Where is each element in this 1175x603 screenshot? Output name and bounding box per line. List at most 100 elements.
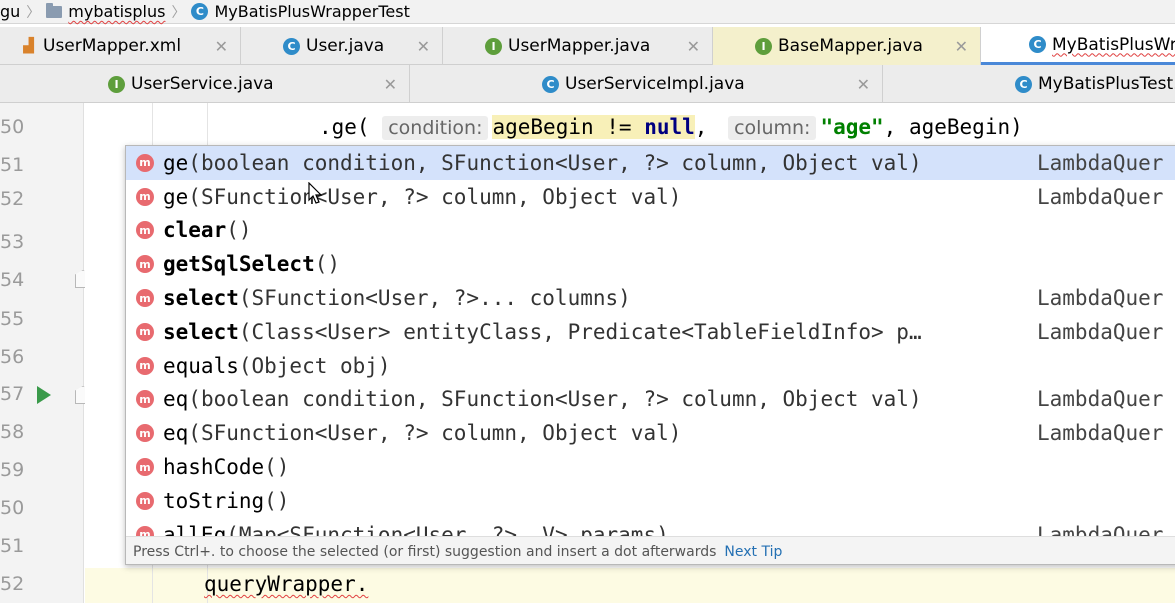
tab-user-java[interactable]: C User.java ✕ [241,27,443,65]
completion-item-owner: LambdaQuer [1037,286,1164,311]
completion-item-params: (Map<SFunction<User, ?>, V> params) [226,522,669,536]
completion-item-name: ge [163,150,189,175]
code-completion-popup[interactable]: m ge (boolean condition, SFunction<User, ?… [125,145,1175,565]
completion-item-params: (Object obj) [238,353,391,378]
completion-item[interactable]: m allEq (Map<SFunction<User, ?>, V> params… [126,518,1175,536]
class-icon: C [191,3,209,20]
completion-item[interactable]: m ge (SFunction<User, ?> column, Object va… [126,180,1175,214]
completion-item[interactable]: m select (Class<User> entityClass, Predica… [126,315,1175,349]
completion-item-params: (SFunction<User, ?>... columns) [238,286,631,311]
completion-item-params: () [226,218,252,243]
close-icon[interactable]: ✕ [215,37,228,56]
class-icon: C [1015,75,1032,93]
completion-item[interactable]: m eq (SFunction<User, ?> column, Object va… [126,416,1175,450]
breadcrumb: gu 〉 mybatisplus 〉 C MyBatisPlusWrapperT… [0,0,1175,24]
completion-item-name: select [163,319,239,344]
breadcrumb-separator-icon: 〉 [26,4,41,21]
tab-usermapper-java[interactable]: I UserMapper.java ✕ [443,27,713,65]
line-number: 51 [0,154,25,176]
completion-item-owner: LambdaQuer [1037,184,1164,209]
line-number: 50 [0,497,25,519]
line-number: 52 [0,573,25,595]
method-icon: m [136,322,154,341]
tab-userservice-java[interactable]: I UserService.java ✕ [0,65,410,103]
line-number: 55 [0,308,25,330]
completion-item-name: hashCode [163,455,265,480]
completion-item-owner: LambdaQuer [1037,387,1164,412]
highlighted-expression: ageBegin != null [492,115,695,139]
completion-item-name: equals [163,353,239,378]
method-icon: m [136,187,154,206]
completion-item[interactable]: m toString() [126,484,1175,518]
completion-item-params: (SFunction<User, ?> column, Object val) [188,421,682,446]
completion-list[interactable]: m ge (boolean condition, SFunction<User, ?… [126,146,1175,536]
close-icon[interactable]: ✕ [955,37,968,56]
line-number: 56 [0,346,25,368]
completion-item-params: (Class<User> entityClass, Predicate<Tabl… [238,319,922,344]
completion-item-name: select [163,286,239,311]
line-number: 53 [0,231,25,253]
completion-item[interactable]: m clear() [126,214,1175,248]
line-number-gutter[interactable]: 50 51 52 53 54 55 56 57 58 59 50 51 52 [0,103,91,603]
completion-item[interactable]: m equals (Object obj) [126,349,1175,383]
method-icon: m [136,491,154,510]
completion-item[interactable]: m ge (boolean condition, SFunction<User, ?… [126,146,1175,180]
method-icon: m [136,458,154,477]
breadcrumb-separator-icon: 〉 [171,4,186,21]
class-icon: C [542,75,559,93]
close-icon[interactable]: ✕ [384,75,397,94]
completion-item[interactable]: m getSqlSelect() [126,247,1175,281]
method-icon: m [136,153,154,172]
method-icon: m [136,221,154,240]
completion-item[interactable]: m eq (boolean condition, SFunction<User, ?… [126,383,1175,417]
interface-icon: I [108,75,125,93]
class-icon: C [283,37,300,55]
completion-item-params: (boolean condition, SFunction<User, ?> c… [188,150,922,175]
tab-usermapper-xml[interactable]: ▟ UserMapper.xml ✕ [0,27,241,65]
method-icon: m [136,424,154,443]
tab-basemapper-java[interactable]: I BaseMapper.java ✕ [713,27,981,65]
completion-item-name: toString [163,488,265,513]
line-number: 57 [0,383,25,405]
class-icon: C [1029,36,1046,53]
completion-item-params: () [264,488,290,513]
completion-footer: Press Ctrl+. to choose the selected (or … [126,536,1175,564]
line-number: 59 [0,459,25,481]
interface-icon: I [485,37,502,55]
completion-item[interactable]: m hashCode() [126,450,1175,484]
breadcrumb-item-module[interactable]: mybatisplus [46,0,165,24]
completion-item-owner: LambdaQuer [1037,522,1164,536]
completion-item-params: () [264,455,290,480]
breadcrumb-item-class[interactable]: C MyBatisPlusWrapperTest [191,0,410,24]
completion-item-name: eq [163,421,189,446]
close-icon[interactable]: ✕ [857,75,870,94]
completion-item-name: ge [163,184,189,209]
tab-mybatisplustest[interactable]: C MyBatisPlusTest.j [883,65,1175,103]
tab-userserviceimpl-java[interactable]: C UserServiceImpl.java ✕ [410,65,883,103]
completion-item[interactable]: m select (SFunction<User, ?>... columns) La… [126,281,1175,315]
method-icon: m [136,525,154,536]
method-icon: m [136,356,154,375]
completion-item-name: getSqlSelect [163,252,315,277]
line-number: 54 [0,269,25,291]
completion-item-owner: LambdaQuer [1037,319,1164,344]
xml-file-icon: ▟ [23,38,34,54]
line-number: 52 [0,188,25,210]
code-line-current[interactable]: queryWrapper. [204,572,368,596]
editor-tabs-row-1: ▟ UserMapper.xml ✕ C User.java ✕ I UserM… [0,27,1175,65]
run-test-icon[interactable] [37,386,51,404]
code-line-ge-call[interactable]: .ge( condition: ageBegin != null, column:… [319,115,1023,140]
next-tip-link[interactable]: Next Tip [724,544,782,560]
parameter-hint: condition: [382,116,489,140]
completion-item-name: clear [163,218,227,243]
close-icon[interactable]: ✕ [687,37,700,56]
breadcrumb-item-project[interactable]: gu [0,0,20,24]
line-number: 58 [0,421,25,443]
method-icon: m [136,289,154,308]
completion-item-name: eq [163,387,189,412]
method-icon: m [136,255,154,274]
completion-item-params: () [314,252,341,277]
tab-mybatispluswrappertest[interactable]: C MyBatisPlusWra [981,27,1175,65]
close-icon[interactable]: ✕ [417,37,430,56]
completion-item-name: allEq [163,522,227,536]
